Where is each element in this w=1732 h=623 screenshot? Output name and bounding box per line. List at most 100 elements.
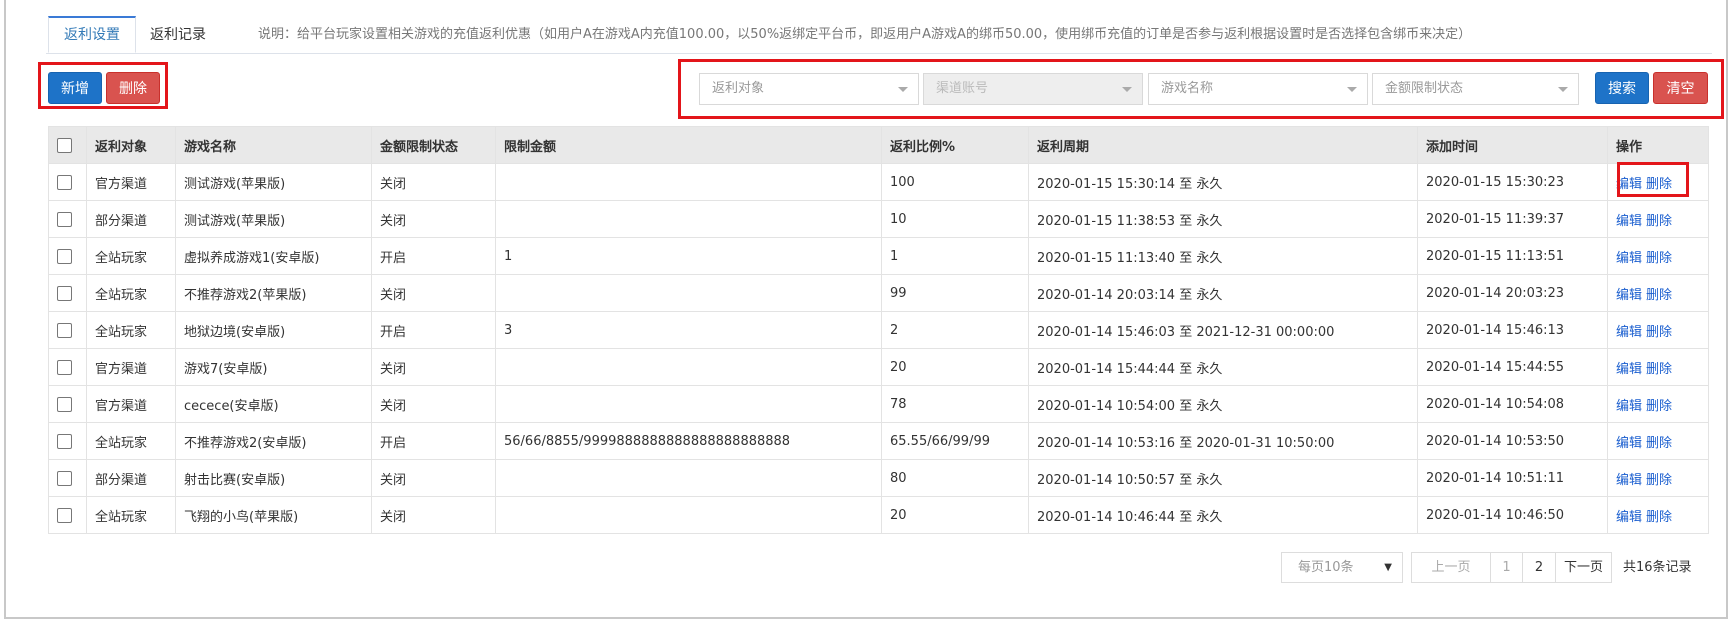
cell-game: 不推荐游戏2(安卓版) [175,422,372,460]
edit-link[interactable]: 编辑 [1616,436,1642,451]
select-all-checkbox[interactable] [57,137,72,153]
page-button[interactable]: 2 [1522,552,1556,583]
amount-limit-status-select[interactable]: 金额限制状态 [1372,73,1579,105]
delete-link[interactable]: 删除 [1646,214,1672,229]
page-button[interactable]: 1 [1490,552,1523,583]
row-checkbox[interactable] [57,470,72,486]
cell-target: 全站玩家 [86,237,176,275]
edit-link[interactable]: 编辑 [1616,214,1642,229]
edit-link[interactable]: 编辑 [1616,362,1642,377]
delete-link[interactable]: 删除 [1646,399,1672,414]
cell-limit-status: 关闭 [371,459,496,497]
cell-limit-amount [495,200,882,238]
delete-link[interactable]: 删除 [1646,251,1672,266]
channel-account-placeholder: 渠道账号 [936,81,989,96]
cell-target: 官方渠道 [86,385,176,423]
cell-limit-amount [495,496,882,534]
prev-page-button[interactable]: 上一页 [1411,552,1491,583]
edit-link[interactable]: 编辑 [1616,288,1642,303]
delete-link[interactable]: 删除 [1646,436,1672,451]
row-checkbox[interactable] [57,322,72,338]
clear-button[interactable]: 清空 [1653,72,1708,104]
row-select-cell [48,200,87,238]
cell-period: 2020-01-15 15:30:14 至 永久 [1028,163,1418,201]
cell-game: 虚拟养成游戏1(安卓版) [175,237,372,275]
cell-period: 2020-01-14 10:53:16 至 2020-01-31 10:50:0… [1028,422,1418,460]
cell-limit-amount [495,459,882,497]
chevron-down-icon [1558,87,1568,92]
delete-link[interactable]: 删除 [1646,325,1672,340]
rebate-target-select[interactable]: 返利对象 [699,73,919,105]
row-checkbox[interactable] [57,433,72,449]
delete-button[interactable]: 删除 [106,72,160,104]
row-select-cell [48,459,87,497]
cell-limit-amount [495,348,882,386]
caret-down-icon: ▼ [1384,562,1392,573]
cell-limit-amount: 1 [495,237,882,275]
table-row: 官方渠道 测试游戏(苹果版) 关闭 100 2020-01-15 15:30:14 至 … [48,163,1709,201]
cell-game: cecece(安卓版) [175,385,372,423]
cell-ratio: 1 [881,237,1029,275]
page-description: 说明：给平台玩家设置相关游戏的充值返利优惠（如用户A在游戏A内充值100.00，… [258,27,1472,42]
delete-link[interactable]: 删除 [1646,362,1672,377]
next-page-button[interactable]: 下一页 [1555,552,1612,583]
row-checkbox[interactable] [57,396,72,412]
delete-link[interactable]: 删除 [1646,288,1672,303]
column-header: 添加时间 [1417,126,1608,164]
table-row: 部分渠道 测试游戏(苹果版) 关闭 10 2020-01-15 11:38:53 至 永… [48,200,1709,238]
edit-link[interactable]: 编辑 [1616,325,1642,340]
table-row: 全站玩家 虚拟养成游戏1(安卓版) 开启 1 1 2020-01-15 11:13:40 … [48,237,1709,275]
cell-actions: 编辑 删除 [1607,348,1709,386]
cell-game: 测试游戏(苹果版) [175,200,372,238]
cell-added-time: 2020-01-15 15:30:23 [1417,163,1608,201]
row-checkbox[interactable] [57,359,72,375]
tab-rebate-records[interactable]: 返利记录 [150,16,206,53]
column-header: 游戏名称 [175,126,372,164]
edit-link[interactable]: 编辑 [1616,399,1642,414]
page-size-select[interactable]: 每页10条 ▼ [1281,552,1403,583]
row-checkbox[interactable] [57,248,72,264]
row-select-cell [48,496,87,534]
add-button[interactable]: 新增 [48,72,102,104]
row-checkbox[interactable] [57,507,72,523]
rebate-table: 返利对象 游戏名称 金额限制状态 限制金额 返利比例% 返利周期 添加时间 操作… [48,126,1709,534]
cell-ratio: 99 [881,274,1029,312]
cell-added-time: 2020-01-14 15:46:13 [1417,311,1608,349]
row-select-cell [48,422,87,460]
table-header-row: 返利对象 游戏名称 金额限制状态 限制金额 返利比例% 返利周期 添加时间 操作 [48,126,1709,164]
delete-link[interactable]: 删除 [1646,473,1672,488]
cell-target: 部分渠道 [86,200,176,238]
column-header: 返利周期 [1028,126,1418,164]
chevron-down-icon [1122,87,1132,92]
edit-link[interactable]: 编辑 [1616,510,1642,525]
row-checkbox[interactable] [57,285,72,301]
rebate-target-placeholder: 返利对象 [712,81,765,96]
edit-link[interactable]: 编辑 [1616,473,1642,488]
cell-limit-amount: 3 [495,311,882,349]
tab-rebate-settings[interactable]: 返利设置 [48,16,136,53]
cell-period: 2020-01-14 10:46:44 至 永久 [1028,496,1418,534]
search-button[interactable]: 搜索 [1595,72,1649,104]
cell-actions: 编辑 删除 [1607,385,1709,423]
delete-link[interactable]: 删除 [1646,510,1672,525]
game-name-select[interactable]: 游戏名称 [1148,73,1368,105]
table-row: 部分渠道 射击比赛(安卓版) 关闭 80 2020-01-14 10:50:57 至 永… [48,459,1709,497]
cell-ratio: 20 [881,348,1029,386]
game-name-placeholder: 游戏名称 [1161,81,1214,96]
chevron-down-icon [1347,87,1357,92]
cell-ratio: 80 [881,459,1029,497]
row-checkbox[interactable] [57,174,72,190]
cell-period: 2020-01-14 20:03:14 至 永久 [1028,274,1418,312]
cell-target: 官方渠道 [86,348,176,386]
cell-target: 部分渠道 [86,459,176,497]
cell-game: 地狱边境(安卓版) [175,311,372,349]
cell-period: 2020-01-14 10:50:57 至 永久 [1028,459,1418,497]
cell-target: 全站玩家 [86,274,176,312]
row-checkbox[interactable] [57,211,72,227]
cell-limit-status: 关闭 [371,274,496,312]
cell-game: 测试游戏(苹果版) [175,163,372,201]
edit-link[interactable]: 编辑 [1616,251,1642,266]
cell-actions: 编辑 删除 [1607,200,1709,238]
cell-ratio: 10 [881,200,1029,238]
row-select-cell [48,274,87,312]
